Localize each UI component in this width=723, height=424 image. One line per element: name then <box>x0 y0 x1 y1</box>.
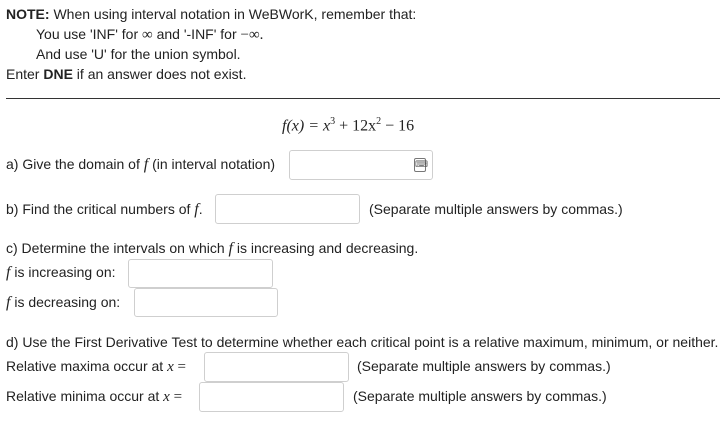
keyboard-icon[interactable]: ⌨ <box>414 158 428 172</box>
part-b-suffix: . <box>198 201 203 217</box>
note-text-2a: You use 'INF' for <box>36 26 142 42</box>
decreasing-text: is decreasing on: <box>10 294 121 310</box>
note-text-4b: if an answer does not exist. <box>72 66 247 82</box>
function-formula: f(x) = x3 + 12x2 − 16 <box>282 116 414 135</box>
maxima-x: x <box>167 359 174 375</box>
part-a-suffix: (in interval notation) <box>148 156 276 172</box>
note-text-4a: Enter <box>6 66 44 82</box>
increasing-text: is increasing on: <box>10 264 116 280</box>
formula-mid: + 12x <box>335 117 377 135</box>
formula-rhs: − 16 <box>381 117 415 135</box>
critical-numbers-input[interactable] <box>215 194 360 224</box>
maxima-label: Relative maxima occur at x = <box>6 358 186 376</box>
note-line-2: You use 'INF' for ∞ and '-INF' for −∞. <box>36 26 263 44</box>
decreasing-label: f is decreasing on: <box>6 294 120 312</box>
increasing-input[interactable] <box>128 259 273 288</box>
relative-maxima-input[interactable] <box>204 352 349 382</box>
minima-x: x <box>163 389 170 405</box>
dne-keyword: DNE <box>43 66 73 82</box>
note-line-4: Enter DNE if an answer does not exist. <box>6 66 246 82</box>
part-c-prompt: c) Determine the intervals on which f is… <box>6 240 418 258</box>
minima-eq: = <box>169 389 183 405</box>
note-label: NOTE: <box>6 6 50 22</box>
note-text-1: When using interval notation in WeBWorK,… <box>49 6 417 22</box>
part-a-prefix: a) Give the domain of <box>6 156 144 172</box>
maxima-text: Relative maxima occur at <box>6 358 168 374</box>
part-a-prompt: a) Give the domain of f (in interval not… <box>6 156 275 174</box>
minima-hint: (Separate multiple answers by commas.) <box>353 388 607 404</box>
increasing-label: f is increasing on: <box>6 264 116 282</box>
part-b-prompt: b) Find the critical numbers of f. <box>6 201 203 219</box>
decreasing-input[interactable] <box>134 288 278 317</box>
part-c-suffix: is increasing and decreasing. <box>233 240 419 256</box>
neg-infinity-symbol: −∞. <box>240 27 264 43</box>
part-c-prefix: c) Determine the intervals on which <box>6 240 229 256</box>
separator <box>6 98 720 99</box>
infinity-symbol: ∞ <box>142 27 153 43</box>
formula-lhs: f(x) = x <box>282 117 331 135</box>
part-b-hint: (Separate multiple answers by commas.) <box>369 201 623 217</box>
maxima-eq: = <box>173 359 186 375</box>
maxima-hint: (Separate multiple answers by commas.) <box>357 358 611 374</box>
minima-text: Relative minima occur at <box>6 388 164 404</box>
note-line-3: And use 'U' for the union symbol. <box>36 46 241 62</box>
part-b-prefix: b) Find the critical numbers of <box>6 201 195 217</box>
note-text-2b: and '-INF' for <box>152 26 241 42</box>
minima-label: Relative minima occur at x = <box>6 388 182 406</box>
note-line-1: NOTE: When using interval notation in We… <box>6 6 416 22</box>
domain-input[interactable]: ⌨ <box>289 150 433 180</box>
part-d-prompt: d) Use the First Derivative Test to dete… <box>6 334 719 350</box>
relative-minima-input[interactable] <box>199 382 344 412</box>
